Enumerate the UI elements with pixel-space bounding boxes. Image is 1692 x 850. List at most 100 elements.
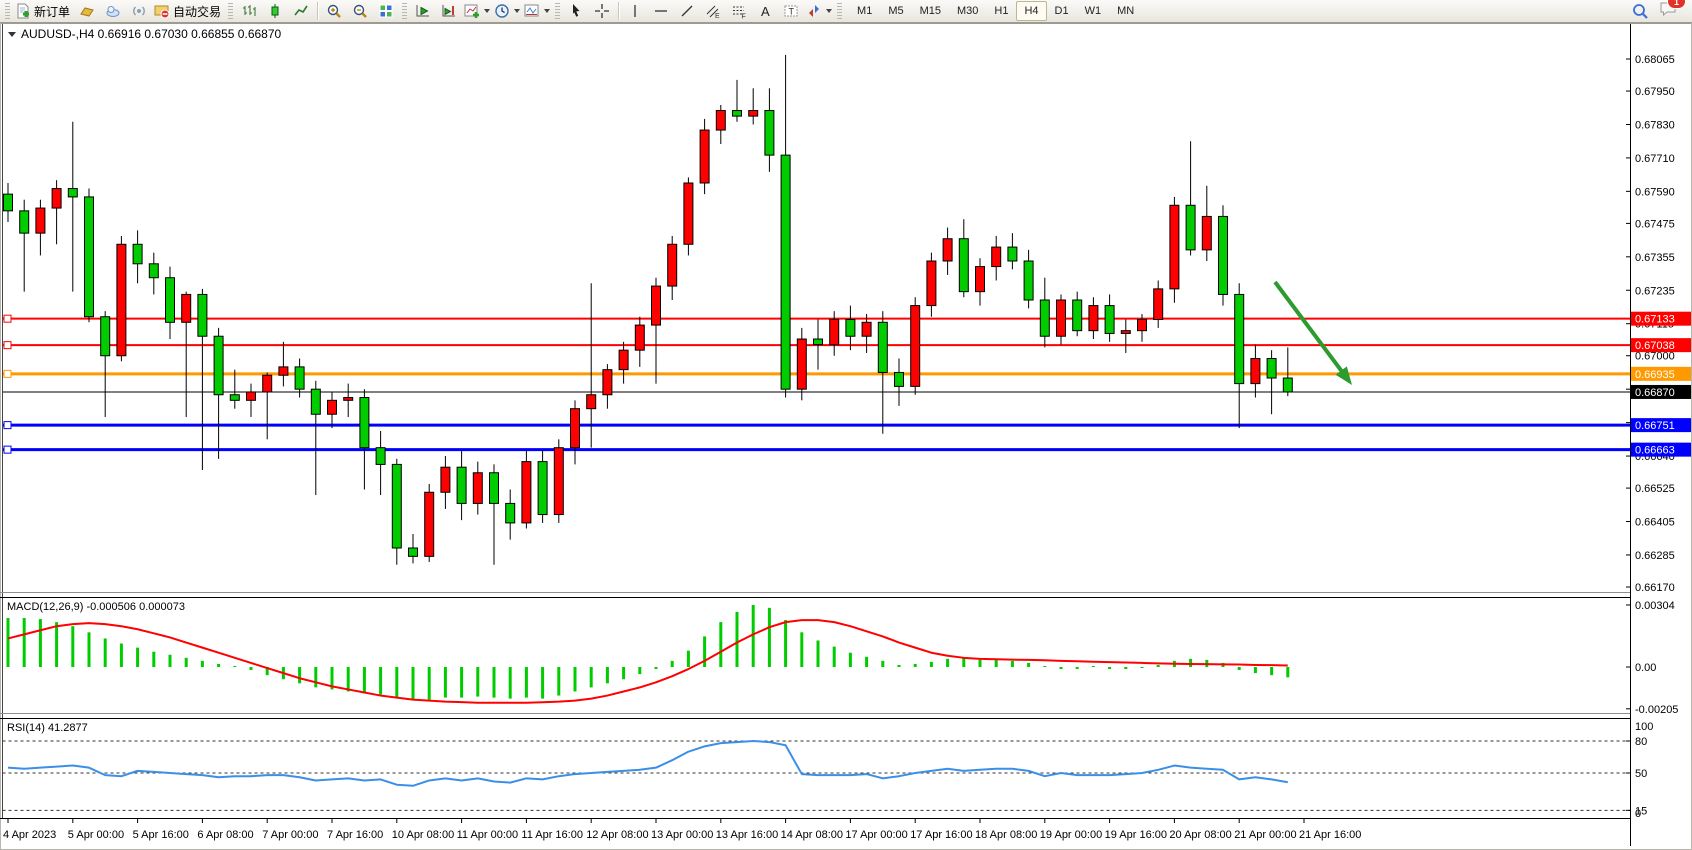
crosshair-icon [594, 3, 610, 19]
zoom-in-button[interactable] [321, 1, 347, 22]
timeframe-button-W1[interactable]: W1 [1077, 1, 1110, 21]
autotrading-button[interactable]: 自动交易 [152, 1, 225, 22]
toolbar-grip[interactable] [837, 3, 842, 19]
timeframe-button-M30[interactable]: M30 [949, 1, 986, 21]
rsi-indicator-label: RSI(14) 41.2877 [7, 722, 88, 734]
fibonacci-button[interactable]: F [726, 1, 752, 22]
svg-text:0.67355: 0.67355 [1635, 252, 1675, 264]
chart-title: AUDUSD-,H4 0.66916 0.67030 0.66855 0.668… [8, 27, 281, 41]
new-order-button[interactable]: 新订单 [13, 1, 74, 22]
timeframe-button-M1[interactable]: M1 [849, 1, 880, 21]
toolbar-grip[interactable] [402, 3, 407, 19]
bar-chart-icon [241, 3, 257, 19]
autoscroll-icon [415, 3, 431, 19]
collapse-arrow-icon[interactable] [8, 32, 16, 37]
timeframe-button-MN[interactable]: MN [1109, 1, 1142, 21]
signal-icon [131, 3, 147, 19]
arrows-icon [806, 3, 822, 19]
line-chart-icon [293, 3, 309, 19]
periods-button[interactable] [492, 1, 522, 22]
svg-text:11 Apr 00:00: 11 Apr 00:00 [457, 829, 519, 841]
svg-text:19 Apr 00:00: 19 Apr 00:00 [1040, 829, 1102, 841]
svg-text:0.66751: 0.66751 [1635, 420, 1675, 432]
svg-text:17 Apr 00:00: 17 Apr 00:00 [845, 829, 907, 841]
timeframe-button-D1[interactable]: D1 [1047, 1, 1077, 21]
chart-canvas[interactable]: 0.680650.679500.678300.677100.675900.674… [0, 0, 1692, 850]
macd-indicator-label: MACD(12,26,9) -0.000506 0.000073 [7, 601, 185, 613]
text-label-button[interactable]: T [778, 1, 804, 22]
equidistant-channel-button[interactable]: E [700, 1, 726, 22]
timeframe-button-H4[interactable]: H4 [1016, 1, 1046, 21]
svg-text:5 Apr 16:00: 5 Apr 16:00 [133, 829, 189, 841]
text-icon: A [757, 3, 773, 19]
svg-text:0.66285: 0.66285 [1635, 550, 1675, 562]
tile-windows-button[interactable] [373, 1, 399, 22]
chart-shift-button[interactable] [436, 1, 462, 22]
crosshair-button[interactable] [589, 1, 615, 22]
chevron-down-icon[interactable] [484, 9, 490, 13]
toolbar-grip[interactable] [5, 3, 10, 19]
signal-button[interactable] [126, 1, 152, 22]
svg-text:80: 80 [1635, 736, 1647, 748]
timeframe-button-M5[interactable]: M5 [880, 1, 911, 21]
timeframe-toolbar: M1M5M15M30H1H4D1W1MN [849, 1, 1142, 21]
horizontal-line-button[interactable] [648, 1, 674, 22]
new-order-label: 新订单 [34, 3, 72, 20]
trendline-icon [679, 3, 695, 19]
data-window-button[interactable] [100, 1, 126, 22]
toolbar-separator [317, 2, 318, 20]
autotrading-label: 自动交易 [173, 3, 223, 20]
timeframe-button-M15[interactable]: M15 [912, 1, 949, 21]
bar-chart-button[interactable] [236, 1, 262, 22]
fibonacci-icon: F [731, 3, 747, 19]
text-label-icon: T [783, 3, 799, 19]
chart-shift-icon [441, 3, 457, 19]
svg-text:0.67133: 0.67133 [1635, 314, 1675, 326]
chevron-down-icon[interactable] [514, 9, 520, 13]
svg-text:0.66170: 0.66170 [1635, 582, 1675, 594]
svg-text:E: E [715, 13, 720, 19]
svg-text:14 Apr 08:00: 14 Apr 08:00 [781, 829, 843, 841]
market-watch-button[interactable] [74, 1, 100, 22]
timeframe-button-H1[interactable]: H1 [986, 1, 1016, 21]
svg-text:0.67475: 0.67475 [1635, 218, 1675, 230]
svg-text:0.67590: 0.67590 [1635, 186, 1675, 198]
notifications-button[interactable]: 1 [1659, 0, 1678, 22]
trendline-button[interactable] [674, 1, 700, 22]
svg-text:7 Apr 00:00: 7 Apr 00:00 [262, 829, 318, 841]
zoom-out-button[interactable] [347, 1, 373, 22]
svg-text:0.67235: 0.67235 [1635, 285, 1675, 297]
autotrading-icon [154, 3, 170, 19]
svg-text:0: 0 [1635, 808, 1641, 820]
svg-text:0.67830: 0.67830 [1635, 119, 1675, 131]
svg-text:5 Apr 00:00: 5 Apr 00:00 [68, 829, 124, 841]
svg-text:7 Apr 16:00: 7 Apr 16:00 [327, 829, 383, 841]
svg-text:0.68065: 0.68065 [1635, 54, 1675, 66]
clock-icon [494, 3, 510, 19]
cursor-button[interactable] [563, 1, 589, 22]
arrows-button[interactable] [804, 1, 834, 22]
template-icon [524, 3, 540, 19]
text-button[interactable]: A [752, 1, 778, 22]
toolbar-grip[interactable] [555, 3, 560, 19]
zoom-in-icon [326, 3, 342, 19]
line-chart-button[interactable] [288, 1, 314, 22]
gold-bar-icon [79, 3, 95, 19]
svg-text:6 Apr 08:00: 6 Apr 08:00 [197, 829, 253, 841]
indicators-button[interactable] [462, 1, 492, 22]
tile-windows-icon [378, 3, 394, 19]
templates-button[interactable] [522, 1, 552, 22]
svg-text:13 Apr 00:00: 13 Apr 00:00 [651, 829, 713, 841]
chevron-down-icon[interactable] [826, 9, 832, 13]
svg-text:4 Apr 2023: 4 Apr 2023 [3, 829, 56, 841]
vertical-line-button[interactable] [622, 1, 648, 22]
toolbar-grip[interactable] [228, 3, 233, 19]
chevron-down-icon[interactable] [544, 9, 550, 13]
svg-text:17 Apr 16:00: 17 Apr 16:00 [910, 829, 972, 841]
svg-text:10 Apr 08:00: 10 Apr 08:00 [392, 829, 454, 841]
svg-text:100: 100 [1635, 721, 1653, 733]
autoscroll-button[interactable] [410, 1, 436, 22]
search-icon[interactable] [1631, 2, 1649, 20]
notification-badge: 1 [1667, 0, 1686, 9]
candlestick-chart-button[interactable] [262, 1, 288, 22]
